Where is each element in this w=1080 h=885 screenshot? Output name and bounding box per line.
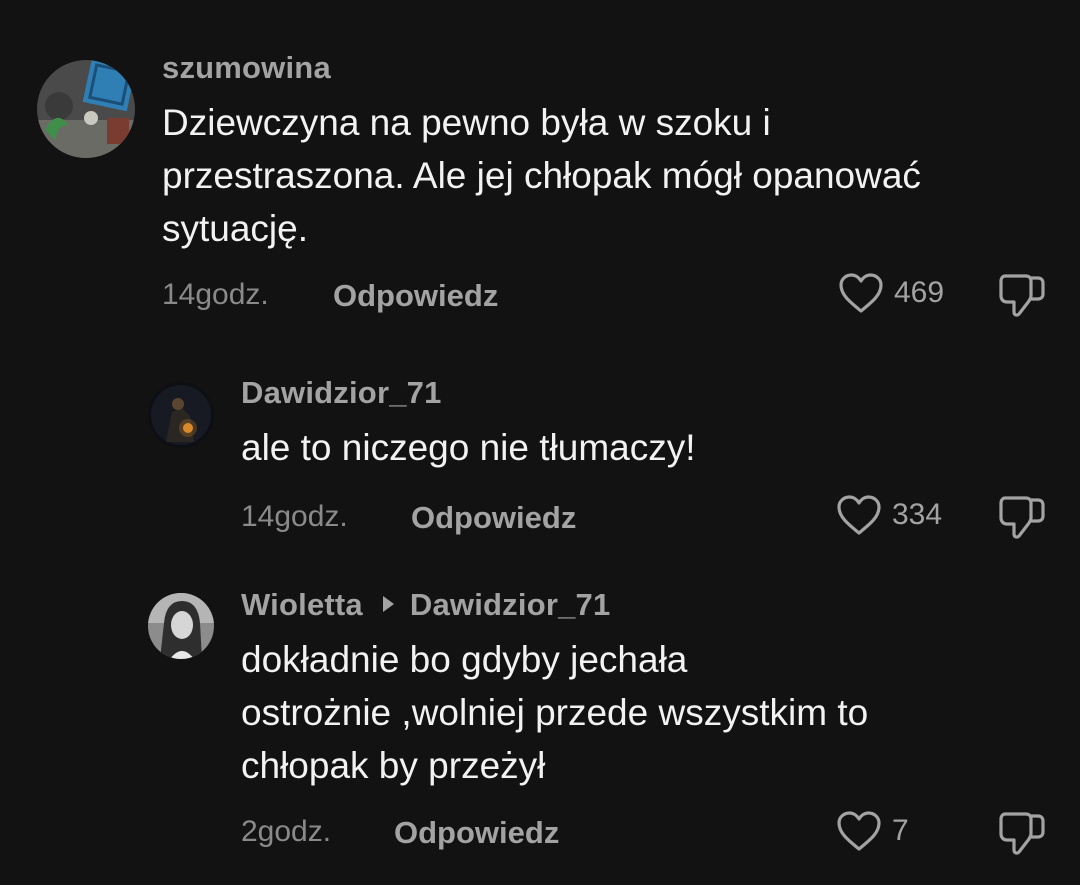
comment-username[interactable]: Dawidzior_71 [241, 375, 442, 411]
comment-text-line: chłopak by przeżył [241, 745, 546, 786]
dislike-button[interactable] [998, 810, 1046, 856]
comment-text-line: Dziewczyna na pewno była w szoku i [162, 102, 771, 143]
username-link[interactable]: Wioletta [241, 587, 363, 622]
like-count: 7 [892, 814, 909, 847]
like-button[interactable]: 469 [838, 272, 944, 314]
avatar[interactable] [37, 60, 135, 158]
thumbs-down-outline-icon [999, 812, 1045, 855]
comment-username[interactable]: szumowina [162, 50, 331, 86]
triangle-right-icon [382, 596, 394, 612]
like-button[interactable]: 334 [836, 494, 942, 536]
thumbs-down-outline-icon [999, 274, 1045, 317]
comment-text-line: przestraszona. Ale jej chłopak mógł opan… [162, 155, 921, 196]
comment-timestamp: 14godz. [241, 500, 348, 533]
reply-to-username[interactable]: Dawidzior_71 [410, 587, 611, 622]
avatar[interactable] [148, 382, 214, 448]
like-count: 334 [892, 498, 943, 531]
comment-timestamp: 2godz. [241, 815, 332, 848]
comment-username: Wioletta Dawidzior_71 [241, 587, 610, 623]
comment-text-line: ale to niczego nie tłumaczy! [241, 427, 696, 468]
comment-text-line: ostrożnie ,wolniej przede wszystkim to [241, 692, 869, 733]
dislike-button[interactable] [998, 494, 1046, 540]
dislike-button[interactable] [998, 272, 1046, 318]
comment-text-line: dokładnie bo gdyby jechała [241, 639, 688, 680]
avatar[interactable] [148, 593, 214, 659]
heart-outline-icon [837, 495, 881, 535]
heart-outline-icon [837, 811, 881, 851]
reply-button[interactable]: Odpowiedz [333, 278, 498, 314]
thumbs-down-outline-icon [999, 496, 1045, 539]
reply-button[interactable]: Odpowiedz [394, 815, 559, 851]
reply-button[interactable]: Odpowiedz [411, 500, 576, 536]
comment-text-line: sytuację. [162, 208, 309, 249]
like-button[interactable]: 7 [836, 810, 909, 852]
like-count: 469 [894, 276, 945, 309]
heart-outline-icon [839, 273, 883, 313]
comment-timestamp: 14godz. [162, 278, 269, 311]
